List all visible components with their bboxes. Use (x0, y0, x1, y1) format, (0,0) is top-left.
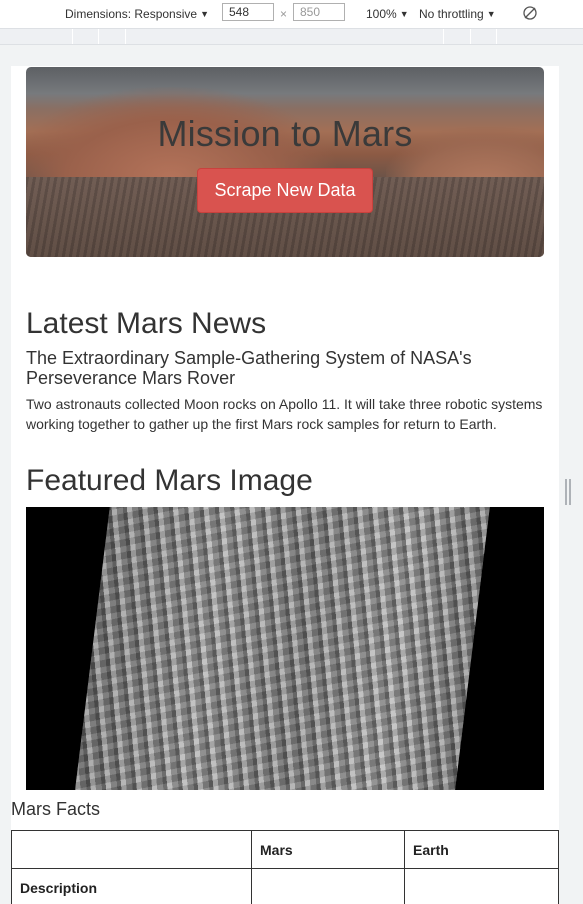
news-heading: Latest Mars News (26, 307, 267, 340)
chevron-down-icon: ▼ (200, 9, 209, 19)
rotate-icon[interactable] (521, 4, 539, 25)
zoom-dropdown[interactable]: 100% ▼ (366, 7, 409, 21)
times-sign: × (280, 7, 288, 21)
table-cell (404, 868, 559, 904)
devtools-toolbar: Dimensions: Responsive ▼ 548 × 850 100% ▼ … (0, 0, 583, 28)
resize-handle[interactable] (565, 479, 571, 505)
ruler-tick (125, 29, 126, 44)
table-row: Description (11, 868, 559, 904)
table-header-row: Mars Earth (11, 830, 559, 869)
chevron-down-icon: ▼ (399, 9, 409, 19)
mars-surface-image (72, 507, 492, 790)
ruler-tick (470, 29, 471, 44)
zoom-label: 100% (366, 7, 397, 21)
width-input[interactable]: 548 (222, 3, 274, 21)
table-cell (251, 868, 405, 904)
ruler-tick (443, 29, 444, 44)
media-query-ruler (0, 28, 583, 45)
featured-heading: Featured Mars Image (26, 464, 313, 497)
table-header-cell (11, 830, 252, 869)
facts-heading: Mars Facts (11, 799, 101, 819)
facts-table: Mars Earth Description (11, 830, 559, 904)
height-input[interactable]: 850 (293, 3, 345, 21)
row-label: Description (11, 868, 252, 904)
device-stage: Mission to Mars Scrape New Data Latest M… (0, 45, 583, 904)
table-header-cell: Earth (404, 830, 559, 869)
table-header-cell: Mars (251, 830, 405, 869)
ruler-tick (72, 29, 73, 44)
scrape-button[interactable]: Scrape New Data (197, 168, 373, 213)
ruler-tick (98, 29, 99, 44)
chevron-down-icon: ▼ (486, 9, 496, 19)
news-title: The Extraordinary Sample-Gathering Syste… (26, 348, 472, 388)
page-viewport: Mission to Mars Scrape New Data Latest M… (11, 66, 559, 904)
featured-image (26, 507, 544, 790)
throttling-dropdown[interactable]: No throttling ▼ (419, 7, 496, 21)
jumbotron: Mission to Mars Scrape New Data (26, 67, 544, 257)
page-title: Mission to Mars (157, 113, 413, 154)
throttling-label: No throttling (419, 7, 484, 21)
news-paragraph: Two astronauts collected Moon rocks on A… (26, 396, 543, 432)
rotate-icon-graphic (523, 6, 537, 20)
dimensions-label: Dimensions: Responsive (65, 7, 198, 21)
ruler-tick (496, 29, 497, 44)
dimensions-dropdown[interactable]: Dimensions: Responsive ▼ (65, 7, 209, 21)
